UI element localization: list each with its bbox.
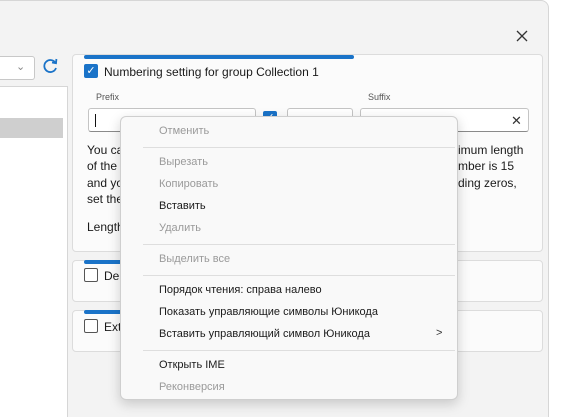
menu-separator	[143, 275, 455, 276]
menu-item-insert-unicode-control[interactable]: Вставить управляющий символ Юникода	[159, 328, 370, 340]
group2-title: De	[104, 269, 120, 283]
suffix-label: Suffix	[368, 92, 391, 102]
chevron-right-icon: >	[436, 327, 443, 339]
context-menu: Отменить Вырезать Копировать Вставить Уд…	[120, 116, 458, 400]
group-accent-bar	[84, 55, 354, 59]
group1-checkbox[interactable]: ✓	[84, 64, 98, 78]
clear-icon[interactable]: ✕	[511, 113, 522, 129]
close-button[interactable]	[510, 24, 534, 48]
description-line: of the	[87, 159, 118, 173]
close-icon	[516, 30, 528, 42]
chevron-down-icon: ⌄	[16, 61, 26, 73]
description-line: You ca	[87, 143, 124, 157]
group3-title: Ext	[104, 320, 122, 334]
menu-item-select-all[interactable]: Выделить все	[159, 253, 230, 265]
prefix-label: Prefix	[96, 92, 120, 102]
menu-item-open-ime[interactable]: Открыть IME	[159, 359, 225, 371]
menu-item-show-unicode-control[interactable]: Показать управляющие символы Юникода	[159, 306, 378, 318]
group2-checkbox[interactable]	[84, 268, 98, 282]
menu-item-delete[interactable]: Удалить	[159, 222, 201, 234]
group1-title: Numbering setting for group Collection 1	[104, 65, 319, 79]
menu-item-paste[interactable]: Вставить	[159, 200, 206, 212]
group3-checkbox[interactable]	[84, 319, 98, 333]
description-line: ding zeros,	[458, 176, 517, 190]
menu-item-rtl-reading-order[interactable]: Порядок чтения: справа налево	[159, 284, 322, 296]
description-line: set the	[87, 192, 124, 206]
refresh-button[interactable]	[38, 56, 62, 80]
menu-separator	[143, 147, 455, 148]
menu-separator	[143, 350, 455, 351]
menu-item-cut[interactable]: Вырезать	[159, 156, 208, 168]
list-item-selected[interactable]	[0, 118, 63, 138]
group-accent-bar	[84, 310, 124, 314]
group-accent-bar	[84, 260, 124, 264]
menu-item-copy[interactable]: Копировать	[159, 178, 218, 190]
menu-item-undo[interactable]: Отменить	[159, 125, 209, 137]
description-line: mber is 15	[458, 159, 515, 173]
description-line: imum length	[458, 143, 524, 157]
length-label: Length	[87, 220, 124, 234]
menu-separator	[143, 244, 455, 245]
text-caret	[95, 114, 96, 127]
description-line: and yo	[87, 176, 124, 190]
menu-item-reconversion[interactable]: Реконверсия	[159, 381, 225, 393]
refresh-icon	[43, 58, 58, 73]
